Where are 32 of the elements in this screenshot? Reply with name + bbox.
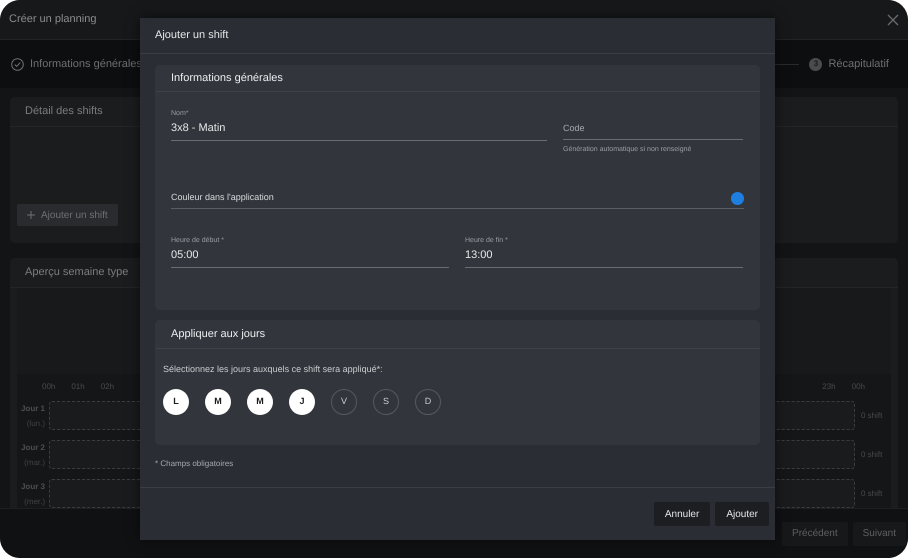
card-title: Aperçu semaine type (25, 265, 128, 280)
day-label: Jour 2 (20, 442, 45, 454)
section-title: Appliquer aux jours (171, 326, 266, 342)
close-icon[interactable] (887, 14, 899, 26)
plus-icon (27, 211, 35, 219)
day-label: Jour 3 (20, 480, 45, 492)
field-value: 3x8 - Matin (171, 121, 226, 136)
check-circle-icon (11, 58, 24, 70)
card-title: Détail des shifts (25, 104, 103, 120)
day-toggle[interactable]: D (415, 388, 441, 414)
step-label[interactable]: Informations générales (30, 56, 142, 72)
day-toggle[interactable]: S (373, 388, 399, 414)
day-toggle[interactable]: L (163, 388, 189, 414)
color-field[interactable]: Couleur dans l'application (171, 188, 744, 208)
step-label[interactable]: Récapitulatif (828, 56, 889, 72)
required-note: * Champs obligatoires (155, 458, 234, 470)
field-placeholder: Code (563, 122, 585, 135)
field-value: 05:00 (171, 248, 200, 262)
dialog-button[interactable]: Annuler (654, 502, 710, 526)
field-label: Couleur dans l'application (171, 191, 274, 204)
days-prompt: Sélectionnez les jours auxquels ce shift sera appliqué*: (162, 363, 384, 376)
section-title: Informations générales (171, 70, 283, 86)
day-toggle[interactable]: M (205, 388, 231, 414)
dialog-title: Ajouter un shift (155, 28, 228, 44)
field-value: 13:00 (465, 248, 494, 262)
day-toggle[interactable]: M (247, 388, 273, 414)
input-field[interactable]: Code (563, 118, 743, 140)
day-toggle[interactable]: J (289, 388, 315, 414)
day-label: Jour 1 (20, 402, 45, 414)
dialog-button[interactable]: Ajouter (715, 502, 769, 526)
day-toggle[interactable]: V (331, 388, 357, 414)
window-title: Créer un planning (9, 12, 96, 28)
